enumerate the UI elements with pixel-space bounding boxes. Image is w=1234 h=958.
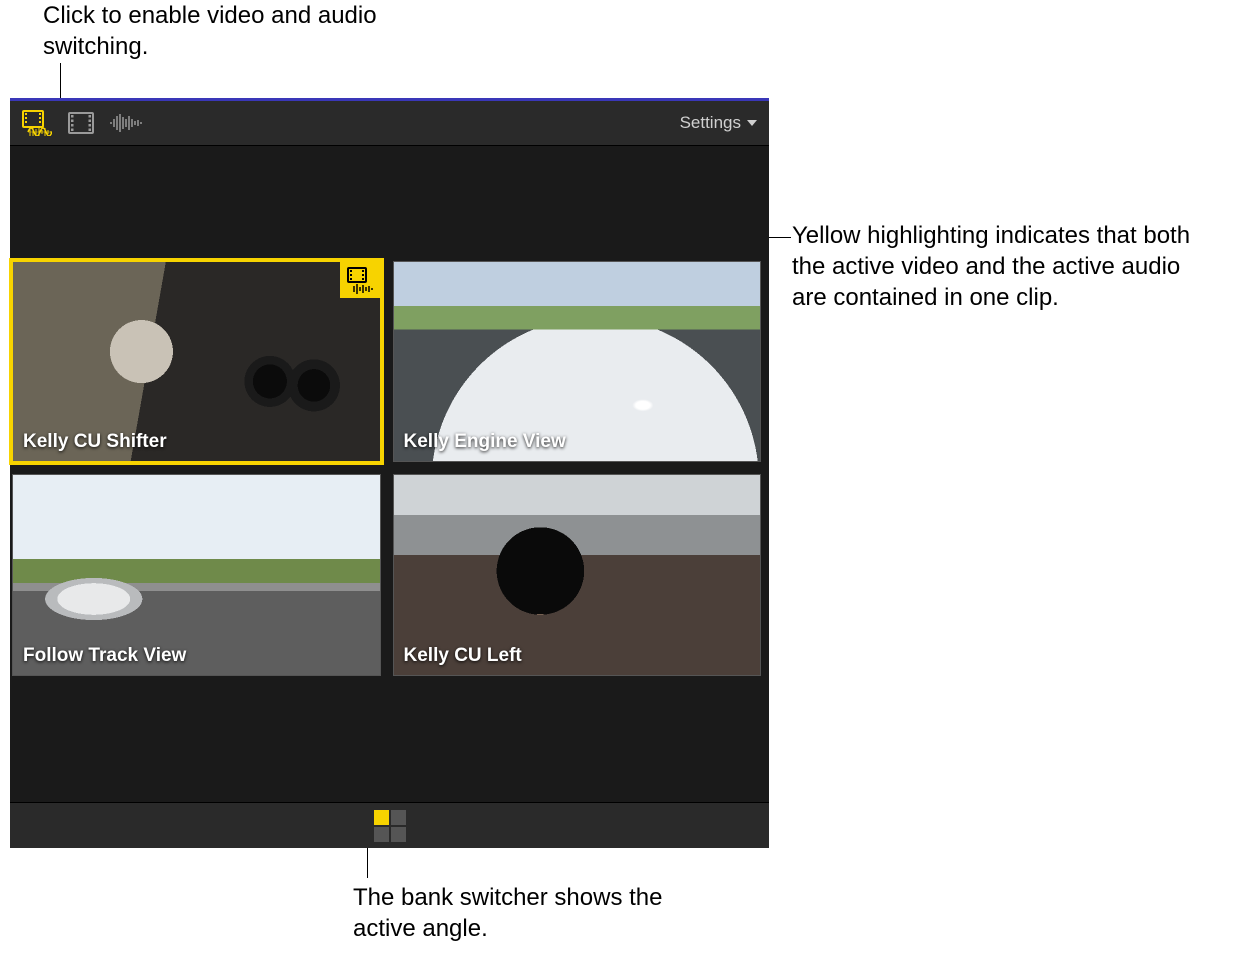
angle-label: Kelly CU Shifter: [23, 431, 167, 453]
angle-label: Follow Track View: [23, 645, 186, 667]
callout-leader: [60, 63, 61, 99]
video-only-switching-icon[interactable]: [68, 112, 94, 134]
angle-grid: Kelly CU Shifter Kelly Engine View Follo…: [12, 261, 761, 676]
angle-follow-track-view[interactable]: Follow Track View: [12, 474, 381, 675]
audio-only-switching-icon[interactable]: [110, 113, 144, 133]
settings-menu-button[interactable]: Settings: [680, 113, 757, 133]
bank-cell-4[interactable]: [391, 827, 406, 842]
film-waveform-icon: [346, 266, 374, 294]
switching-mode-group: [22, 110, 144, 136]
angle-kelly-engine-view[interactable]: Kelly Engine View: [393, 261, 762, 462]
angle-kelly-cu-left[interactable]: Kelly CU Left: [393, 474, 762, 675]
settings-label: Settings: [680, 113, 741, 133]
angle-kelly-cu-shifter[interactable]: Kelly CU Shifter: [12, 261, 381, 462]
active-angle-badge: [340, 262, 380, 298]
angle-label: Kelly CU Left: [404, 645, 522, 667]
callout-bank-switcher: The bank switcher shows the active angle…: [353, 882, 703, 944]
callout-yellow-highlight: Yellow highlighting indicates that both …: [792, 220, 1212, 314]
angle-viewer-body: Kelly CU Shifter Kelly Engine View Follo…: [10, 146, 769, 802]
bank-switcher-bar: [10, 802, 769, 848]
callout-video-audio-switching: Click to enable video and audio switchin…: [43, 0, 393, 62]
bank-cell-2[interactable]: [391, 810, 406, 825]
bank-cell-1[interactable]: [374, 810, 389, 825]
angle-label: Kelly Engine View: [404, 431, 566, 453]
angle-viewer-window: Settings Kelly CU Shifter: [10, 98, 769, 848]
viewer-toolbar: Settings: [10, 101, 769, 146]
bank-cell-3[interactable]: [374, 827, 389, 842]
chevron-down-icon: [747, 120, 757, 126]
video-audio-switching-icon[interactable]: [22, 110, 52, 136]
bank-switcher[interactable]: [374, 810, 406, 842]
